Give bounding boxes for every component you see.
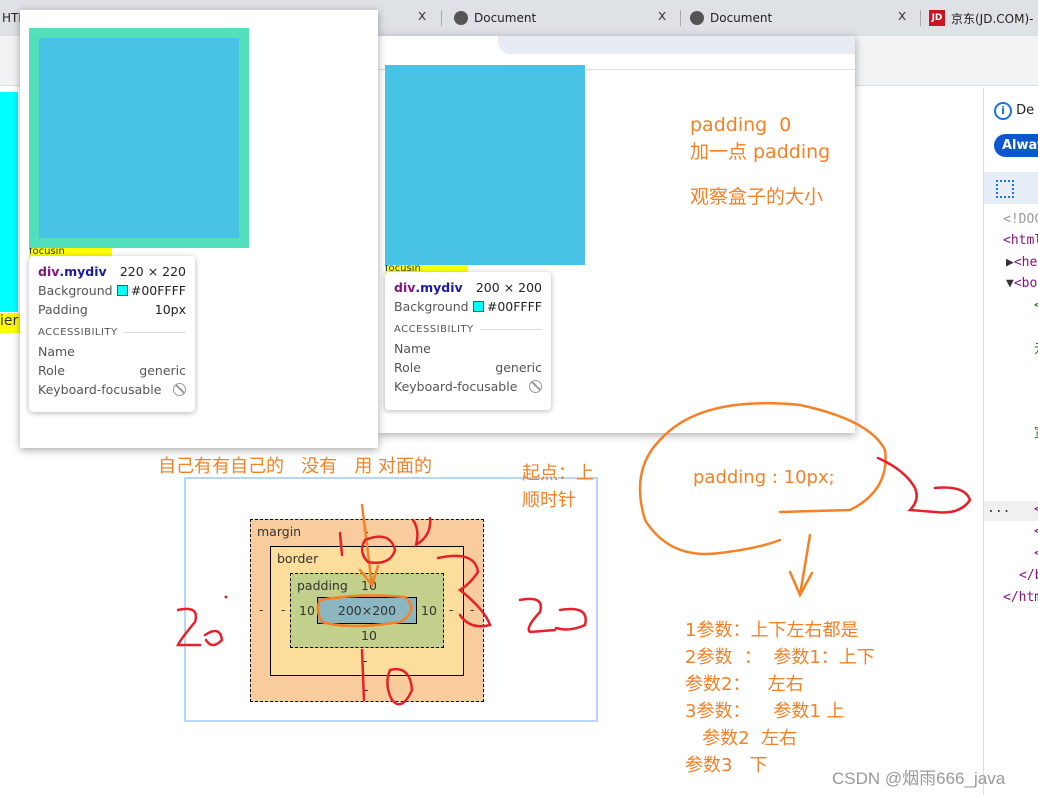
handwritten-20-right-inner	[436, 554, 492, 628]
dot-mark	[224, 595, 228, 599]
handwritten-10-bottom	[360, 648, 414, 706]
content-circle-scribble	[316, 594, 413, 628]
handwritten-20-left	[176, 607, 224, 647]
handwritten-10-top	[338, 516, 432, 564]
red-scribbles	[176, 456, 972, 706]
handwritten-20-right	[518, 597, 587, 634]
circle-scribble	[638, 401, 887, 556]
scribble-layer	[176, 401, 972, 706]
orange-scribbles	[316, 401, 887, 628]
arrow-down-icon	[788, 533, 814, 598]
handwritten-20-far-right	[876, 456, 972, 514]
